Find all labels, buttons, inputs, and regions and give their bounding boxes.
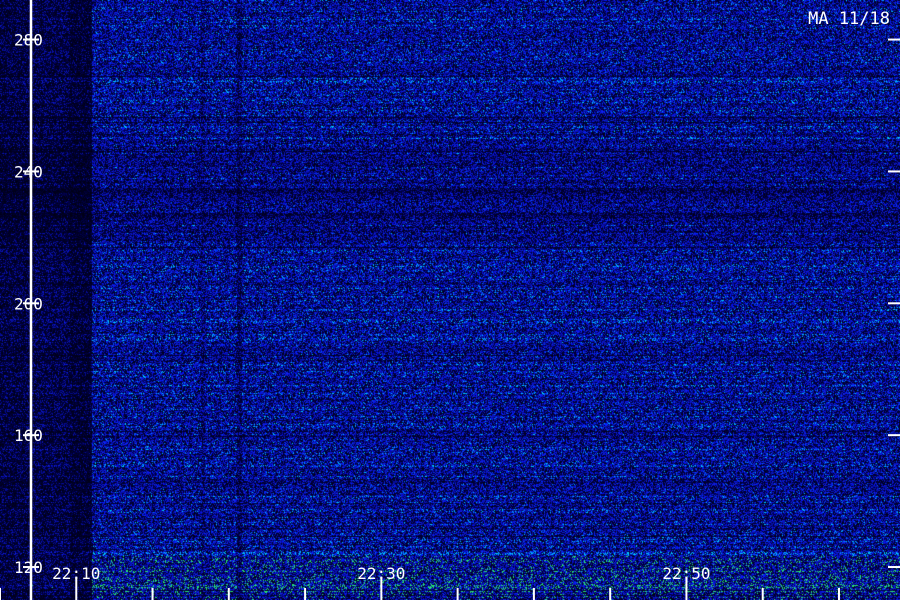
x-tick-label: 22:50 (662, 564, 710, 583)
x-tick-label: 22:30 (357, 564, 405, 583)
x-tick-label: 22:10 (52, 564, 100, 583)
station-label: MA 11/18 (808, 9, 890, 29)
y-tick-label: 240 (14, 162, 43, 181)
x-ticks: 22:10 22:30 22:50 (0, 564, 840, 600)
y-ticks: 120 160 200 240 280 (14, 31, 900, 577)
y-tick-label: 200 (14, 294, 43, 313)
y-tick-label: 160 (14, 426, 43, 445)
y-tick-label: 120 (14, 558, 43, 577)
axes-overlay: 120 160 200 240 280 22:10 22:30 22:50 MA 11/18 (0, 0, 900, 600)
y-tick-label: 280 (14, 31, 43, 50)
